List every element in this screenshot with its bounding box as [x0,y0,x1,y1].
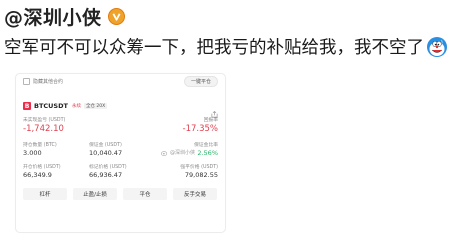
author-row: @深圳小侠 [4,3,125,29]
symbol-row: B BTCUSDT 永续 全仓 20X [23,102,108,110]
doraemon-emoji-icon [426,36,448,58]
margin-label: 保证金 (USDT) [89,143,122,148]
watermark-text: @深圳小侠 [170,150,196,156]
card-toolbar: 隐藏其他合约 一键平仓 [16,74,225,88]
margin-value: 10,040.47 [89,149,123,157]
hide-other-label: 隐藏其他合约 [33,78,64,85]
roe-value: -17.35% [182,124,218,134]
weibo-logo-icon [161,150,168,156]
entry-price-value: 66,349.9 [23,171,52,179]
post-text-row: 空军可不可以众筹一下，把我亏的补贴给我，我不空了 [4,34,464,59]
size-label: 持仓数量 (BTC) [23,143,57,148]
unrealized-pnl-label: 未实现盈亏 (USDT) [23,118,66,123]
mark-price-label: 标记价格 (USDT) [89,165,127,170]
close-position-button[interactable]: 平仓 [123,188,167,200]
leverage-button[interactable]: 杠杆 [23,188,67,200]
margin-ratio-label: 保证金比率 [194,143,218,148]
watermark: @深圳小侠 [161,149,195,156]
exchange-logo-icon: B [23,102,31,110]
margin-ratio-value: 2.56% [197,149,218,157]
tpsl-button[interactable]: 止盈/止损 [73,188,117,200]
roe-label: 回报率 [203,118,218,123]
checkbox-icon[interactable] [23,77,30,85]
unrealized-pnl-value: -1,742.10 [23,124,64,134]
entry-price-label: 开仓价格 (USDT) [23,165,61,170]
size-value: 3.000 [23,149,42,157]
post-text: 空军可不可以众筹一下，把我亏的补贴给我，我不空了 [4,38,424,58]
margin-mode-tag: 全仓 20X [83,103,108,109]
symbol-name: BTCUSDT [34,102,68,110]
liq-price-value: 79,082.55 [184,171,218,179]
verified-badge-icon [107,7,125,25]
reverse-trade-button[interactable]: 反手交易 [173,188,217,200]
direction-tag: 永续 [71,104,81,109]
close-all-button[interactable]: 一键平仓 [183,75,218,87]
hide-other-toggle[interactable]: 隐藏其他合约 [23,77,64,85]
weibo-post: @深圳小侠 空军可不可以众筹一下，把我亏的补贴给我，我不空了 隐藏其他合约 一键… [0,0,469,242]
mark-price-value: 66,936.47 [89,171,123,179]
author-name[interactable]: @深圳小侠 [4,3,102,30]
liq-price-label: 强平价格 (USDT) [180,165,218,170]
